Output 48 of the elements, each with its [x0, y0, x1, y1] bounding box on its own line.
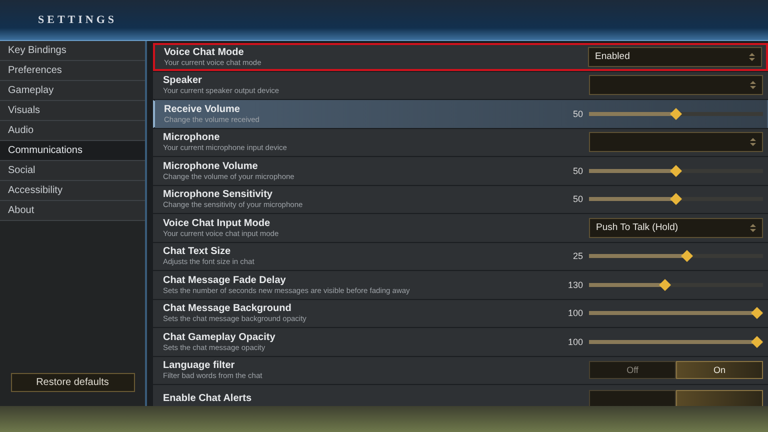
value-reading: 130 — [568, 280, 583, 290]
value-reading: 25 — [572, 251, 583, 262]
slider-thumb[interactable] — [751, 336, 763, 348]
toggle-option[interactable]: Off — [589, 361, 676, 380]
setting-title: Microphone Volume — [163, 160, 258, 172]
caret-icon — [750, 138, 756, 146]
slider-thumb[interactable] — [670, 193, 682, 206]
caret-icon — [749, 52, 755, 61]
dropdown[interactable]: Push To Talk (Hold) — [589, 218, 763, 238]
toggle-option[interactable] — [676, 390, 763, 406]
page-title: SETTINGS — [38, 14, 118, 26]
dropdown[interactable]: Enabled — [588, 46, 762, 67]
slider-thumb[interactable] — [681, 250, 694, 262]
toggle-option[interactable]: On — [676, 361, 763, 380]
setting-title: Receive Volume — [164, 104, 240, 115]
value-reading: 100 — [568, 308, 583, 318]
slider-thumb[interactable] — [670, 164, 682, 177]
sidebar-item[interactable]: Preferences — [0, 61, 145, 81]
setting-title: Language filter — [163, 360, 235, 372]
caret-icon — [750, 81, 756, 90]
sidebar-item[interactable]: Key Bindings — [0, 41, 145, 61]
setting-title: Chat Text Size — [163, 246, 231, 258]
setting-title: Microphone Sensitivity — [163, 189, 272, 200]
sidebar-item[interactable]: Audio — [0, 121, 145, 141]
setting-title: Chat Gameplay Opacity — [163, 332, 276, 343]
slider-thumb[interactable] — [670, 108, 682, 120]
sidebar-item[interactable]: Accessibility — [0, 181, 145, 201]
caret-icon — [750, 224, 756, 232]
restore-defaults-button[interactable]: Restore defaults — [10, 373, 134, 392]
value-reading: 100 — [568, 336, 583, 347]
setting-title: Microphone — [163, 132, 220, 144]
setting-title: Voice Chat Input Mode — [163, 218, 270, 229]
sidebar-item[interactable]: Gameplay — [0, 81, 145, 101]
setting-title: Chat Message Fade Delay — [163, 274, 286, 286]
value-reading: 50 — [572, 108, 583, 119]
slider-thumb[interactable] — [658, 278, 671, 291]
sidebar-item[interactable]: Communications — [0, 141, 145, 161]
slider-thumb[interactable] — [751, 307, 763, 320]
setting-title: Speaker — [163, 75, 202, 86]
setting-title: Chat Message Background — [163, 303, 292, 314]
setting-title: Enable Chat Alerts — [163, 393, 252, 404]
value-reading: 50 — [572, 194, 583, 204]
sidebar-item[interactable]: About — [0, 201, 145, 221]
sidebar-item[interactable]: Social — [0, 161, 145, 181]
value-reading: 50 — [572, 166, 583, 176]
sidebar-item[interactable]: Visuals — [0, 101, 145, 121]
toggle-option[interactable] — [589, 390, 676, 406]
setting-title: Voice Chat Mode — [164, 46, 244, 58]
